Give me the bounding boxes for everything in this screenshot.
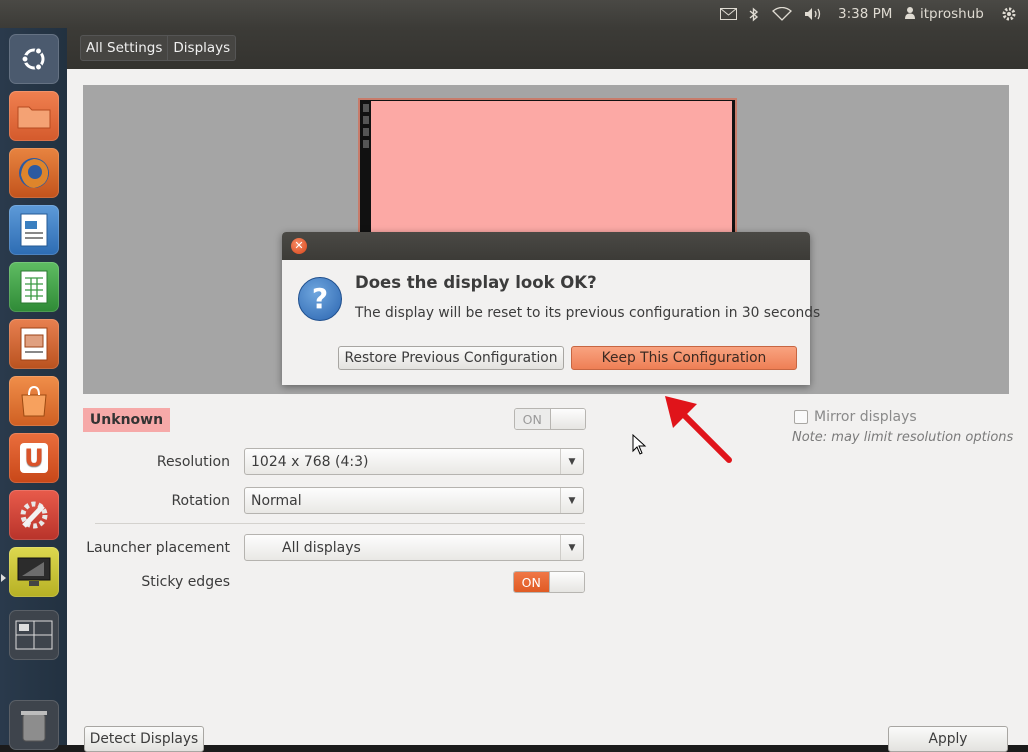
- breadcrumb-all-settings[interactable]: All Settings: [81, 36, 169, 60]
- ubuntu-logo-icon: [21, 47, 45, 71]
- mirror-displays-label: Mirror displays: [814, 409, 917, 425]
- launcher-preview-tile: [363, 116, 369, 124]
- launcher-files[interactable]: [9, 91, 59, 141]
- resolution-label: Resolution: [156, 454, 230, 470]
- ubuntu-one-icon: U: [20, 443, 48, 473]
- toggle-state-label: ON: [515, 409, 550, 429]
- calc-spreadsheet-icon: [20, 270, 48, 304]
- chevron-down-icon: ▼: [560, 488, 583, 513]
- launcher-preview-tile: [363, 128, 369, 136]
- dialog-titlebar: ✕: [282, 232, 810, 260]
- folder-icon: [17, 106, 51, 129]
- launcher-displays[interactable]: [9, 547, 59, 597]
- clock[interactable]: 3:38 PM: [838, 0, 892, 28]
- bluetooth-icon[interactable]: [746, 0, 762, 28]
- question-icon: ?: [298, 277, 342, 321]
- settings-wrench-icon: [20, 501, 48, 529]
- desktop: 3:38 PM itproshub U All Settings Display…: [0, 0, 1028, 752]
- toggle-state-label: ON: [514, 572, 549, 592]
- volume-icon[interactable]: [802, 0, 826, 28]
- impress-presentation-icon: [20, 327, 48, 361]
- user-name: itproshub: [920, 6, 984, 22]
- dialog-heading: Does the display look OK?: [355, 273, 597, 292]
- monitor-preview[interactable]: [358, 98, 737, 250]
- launcher-calc[interactable]: [9, 262, 59, 312]
- launcher-system-settings[interactable]: [9, 490, 59, 540]
- launcher-placement-value: All displays: [282, 539, 361, 556]
- breadcrumb-displays[interactable]: Displays: [168, 36, 235, 60]
- window-header: All Settings Displays: [67, 28, 1028, 69]
- sticky-edges-toggle[interactable]: ON: [513, 571, 585, 593]
- chevron-down-icon: ▼: [560, 449, 583, 474]
- launcher-dash-home[interactable]: [9, 34, 59, 84]
- mirror-note: Note: may limit resolution options: [792, 430, 1014, 445]
- rotation-value: Normal: [251, 492, 302, 509]
- wifi-icon[interactable]: [770, 0, 794, 28]
- breadcrumb: All Settings Displays: [80, 35, 237, 61]
- launcher-firefox[interactable]: [9, 148, 59, 198]
- active-indicator: [1, 574, 6, 582]
- launcher-ubuntu-one[interactable]: U: [9, 433, 59, 483]
- user-menu[interactable]: itproshub: [904, 0, 984, 28]
- monitor-power-toggle[interactable]: ON: [514, 408, 586, 430]
- toggle-knob: [548, 572, 584, 592]
- launcher-software-center[interactable]: [9, 376, 59, 426]
- toggle-knob: [549, 409, 585, 429]
- launcher-writer[interactable]: [9, 205, 59, 255]
- user-icon: [904, 6, 916, 23]
- monitor-screen: [371, 101, 732, 247]
- workspace-switcher-icon: [15, 620, 53, 650]
- resolution-value: 1024 x 768 (4:3): [251, 453, 369, 470]
- monitor-name-label: Unknown: [83, 408, 170, 432]
- launcher: U: [0, 28, 68, 750]
- mirror-displays-option[interactable]: Mirror displays: [794, 409, 917, 425]
- section-divider: [95, 523, 585, 524]
- mirror-displays-checkbox[interactable]: [794, 410, 808, 424]
- writer-document-icon: [20, 213, 48, 247]
- shopping-bag-icon: [21, 385, 47, 417]
- restore-previous-configuration-button[interactable]: Restore Previous Configuration: [338, 346, 564, 370]
- display-monitor-icon: [17, 557, 51, 586]
- gear-icon[interactable]: [998, 0, 1020, 28]
- dialog-message: The display will be reset to its previou…: [355, 305, 821, 321]
- close-icon[interactable]: ✕: [291, 238, 307, 254]
- displays-window: All Settings Displays Unknown ON Resolut…: [67, 28, 1028, 752]
- apply-button[interactable]: Apply: [888, 726, 1008, 752]
- launcher-preview-tile: [363, 140, 369, 148]
- chevron-down-icon: ▼: [560, 535, 583, 560]
- launcher-workspace-switcher[interactable]: [9, 610, 59, 660]
- red-arrow-annotation: [665, 396, 732, 463]
- launcher-placement-label: Launcher placement: [86, 540, 230, 556]
- resolution-combo[interactable]: 1024 x 768 (4:3) ▼: [244, 448, 584, 475]
- mouse-cursor-icon: [632, 434, 647, 455]
- firefox-icon: [19, 158, 49, 188]
- confirm-display-dialog: ✕ ? Does the display look OK? The displa…: [282, 232, 820, 385]
- rotation-label: Rotation: [171, 493, 230, 509]
- top-panel: 3:38 PM itproshub: [0, 0, 1028, 28]
- sticky-edges-label: Sticky edges: [141, 574, 230, 590]
- launcher-impress[interactable]: [9, 319, 59, 369]
- launcher-preview-tile: [363, 104, 369, 112]
- rotation-combo[interactable]: Normal ▼: [244, 487, 584, 514]
- keep-this-configuration-button[interactable]: Keep This Configuration: [571, 346, 797, 370]
- launcher-placement-combo[interactable]: All displays ▼: [244, 534, 584, 561]
- trash-icon: [21, 711, 47, 742]
- mail-icon[interactable]: [717, 0, 739, 28]
- detect-displays-button[interactable]: Detect Displays: [84, 726, 204, 752]
- launcher-trash[interactable]: [9, 700, 59, 750]
